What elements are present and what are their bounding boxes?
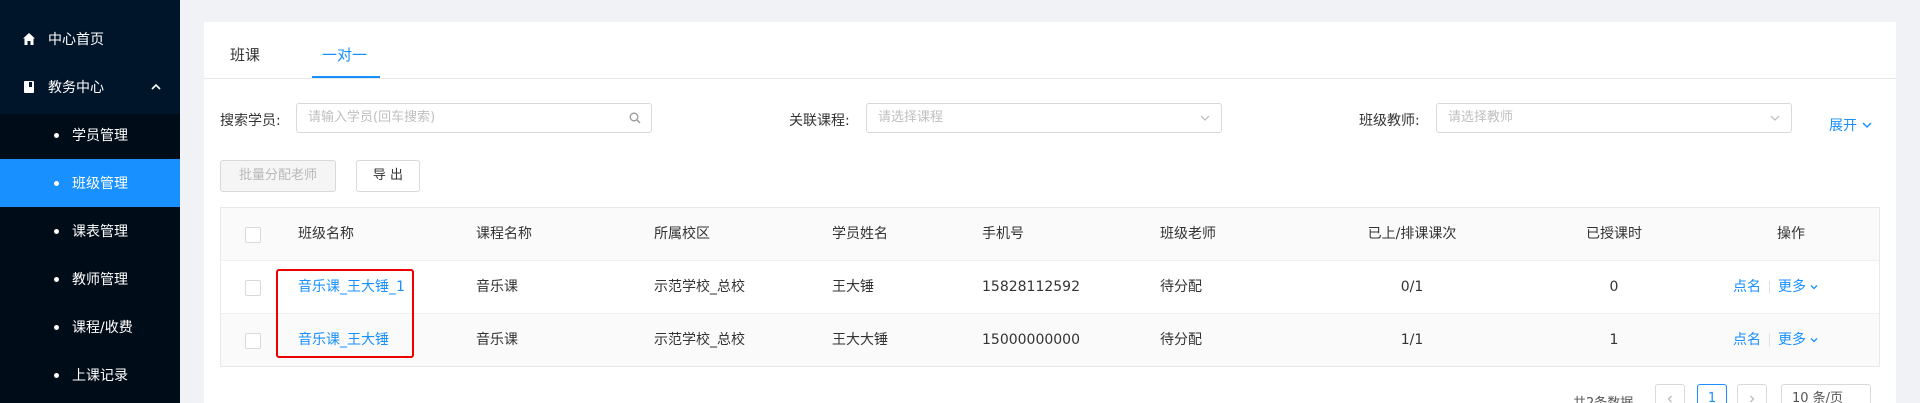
course-cell: 音乐课 xyxy=(476,332,518,348)
student-cell: 王大大锤 xyxy=(832,332,888,348)
row-actions: 点名 更多 xyxy=(1733,314,1819,366)
header-sessions: 已上/排课课次 xyxy=(1367,226,1457,242)
class-name-link[interactable]: 音乐课_王大锤_1 xyxy=(298,261,405,313)
sidebar-item-label: 中心首页 xyxy=(48,32,104,48)
sidebar-item-courses[interactable]: 课程/收费 xyxy=(0,303,180,351)
roll-call-link[interactable]: 点名 xyxy=(1733,314,1761,366)
phone-cell: 15000000000 xyxy=(982,332,1080,348)
course-label: 关联课程: xyxy=(789,113,850,129)
select-all-checkbox[interactable] xyxy=(245,227,261,243)
chevron-down-icon xyxy=(1810,338,1818,343)
sessions-cell: 1/1 xyxy=(1400,332,1424,348)
sessions-cell: 0/1 xyxy=(1400,279,1424,295)
row-checkbox[interactable] xyxy=(245,280,261,296)
bullet-icon xyxy=(54,277,59,282)
bullet-icon xyxy=(54,229,59,234)
course-placeholder: 请选择课程 xyxy=(878,110,944,125)
expand-filters-button[interactable]: 展开 xyxy=(1829,115,1873,135)
hours-cell: 1 xyxy=(1609,332,1619,348)
chevron-up-icon xyxy=(151,83,161,90)
next-page-button[interactable] xyxy=(1737,384,1767,403)
tab-one-on-one[interactable]: 一对一 xyxy=(322,44,367,65)
bullet-icon xyxy=(54,325,59,330)
class-name-link[interactable]: 音乐课_王大锤 xyxy=(298,314,389,366)
campus-cell: 示范学校_总校 xyxy=(654,279,745,295)
teacher-label: 班级教师: xyxy=(1359,113,1420,129)
sidebar-item-home[interactable]: 中心首页 xyxy=(0,15,180,63)
sidebar-item-label: 教师管理 xyxy=(72,272,128,288)
sidebar-item-label: 上课记录 xyxy=(72,368,128,384)
header-actions: 操作 xyxy=(1777,226,1805,242)
sidebar-item-edu-center[interactable]: 教务中心 xyxy=(0,63,180,111)
header-phone: 手机号 xyxy=(982,226,1024,242)
chevron-down-icon xyxy=(1770,115,1780,121)
sidebar-item-students[interactable]: 学员管理 xyxy=(0,111,180,159)
bullet-icon xyxy=(54,181,59,186)
student-cell: 王大锤 xyxy=(832,279,874,295)
campus-cell: 示范学校_总校 xyxy=(654,332,745,348)
export-button[interactable]: 导 出 xyxy=(356,160,420,192)
student-search-input[interactable]: 请输入学员(回车搜索) xyxy=(296,103,652,133)
chevron-right-icon xyxy=(1750,395,1755,403)
page-number-button[interactable]: 1 xyxy=(1697,384,1727,403)
expand-label: 展开 xyxy=(1829,118,1857,134)
sidebar-item-label: 课程/收费 xyxy=(72,320,133,336)
chevron-down-icon xyxy=(1810,285,1818,290)
tab-bar: 班课 一对一 xyxy=(204,22,1896,79)
sidebar-item-label: 课表管理 xyxy=(72,224,128,240)
student-search-label: 搜索学员: xyxy=(220,113,281,129)
prev-page-button[interactable] xyxy=(1655,384,1685,403)
home-icon xyxy=(23,33,35,45)
header-class-name: 班级名称 xyxy=(298,226,354,242)
sidebar-item-label: 教务中心 xyxy=(48,80,104,96)
total-count: 共2条数据 xyxy=(1573,392,1633,403)
divider xyxy=(1769,281,1770,293)
table-header: 班级名称 课程名称 所属校区 学员姓名 手机号 班级老师 已上/排课课次 已授课… xyxy=(221,208,1879,260)
header-campus: 所属校区 xyxy=(654,226,710,242)
teacher-placeholder: 请选择教师 xyxy=(1448,110,1514,125)
sidebar-item-label: 学员管理 xyxy=(72,128,128,144)
sidebar-item-records[interactable]: 上课记录 xyxy=(0,351,180,399)
course-cell: 音乐课 xyxy=(476,279,518,295)
search-icon[interactable] xyxy=(629,112,641,124)
header-hours: 已授课时 xyxy=(1586,226,1642,242)
sidebar-item-classes[interactable]: 班级管理 xyxy=(0,159,180,207)
teacher-select[interactable]: 请选择教师 xyxy=(1436,103,1792,133)
tab-group-class[interactable]: 班课 xyxy=(230,44,260,65)
roll-call-link[interactable]: 点名 xyxy=(1733,261,1761,313)
row-checkbox[interactable] xyxy=(245,333,261,349)
header-course: 课程名称 xyxy=(476,226,532,242)
book-icon xyxy=(24,81,34,93)
sidebar-item-schedule[interactable]: 课表管理 xyxy=(0,207,180,255)
bullet-icon xyxy=(54,133,59,138)
class-table: 班级名称 课程名称 所属校区 学员姓名 手机号 班级老师 已上/排课课次 已授课… xyxy=(220,207,1880,367)
page-size-select[interactable]: 10 条/页 xyxy=(1781,384,1871,403)
main-card: 班课 一对一 搜索学员: 请输入学员(回车搜索) 关联课程: 请选择课程 班级教… xyxy=(204,22,1896,403)
sidebar-item-label: 班级管理 xyxy=(72,176,128,192)
teacher-cell: 待分配 xyxy=(1160,332,1202,348)
page-size-label: 10 条/页 xyxy=(1792,391,1844,403)
more-dropdown[interactable]: 更多 xyxy=(1778,314,1806,366)
header-student: 学员姓名 xyxy=(832,226,888,242)
more-dropdown[interactable]: 更多 xyxy=(1778,261,1806,313)
chevron-left-icon xyxy=(1667,395,1672,403)
chevron-down-icon xyxy=(1200,115,1210,121)
active-tab-indicator xyxy=(312,76,380,78)
chevron-down-icon xyxy=(1862,122,1872,128)
phone-cell: 15828112592 xyxy=(982,279,1080,295)
student-search-placeholder: 请输入学员(回车搜索) xyxy=(308,110,436,125)
bullet-icon xyxy=(54,373,59,378)
table-row: 音乐课_王大锤 音乐课 示范学校_总校 王大大锤 15000000000 待分配… xyxy=(221,313,1879,366)
course-select[interactable]: 请选择课程 xyxy=(866,103,1222,133)
table-row: 音乐课_王大锤_1 音乐课 示范学校_总校 王大锤 15828112592 待分… xyxy=(221,260,1879,313)
header-teacher: 班级老师 xyxy=(1160,226,1216,242)
teacher-cell: 待分配 xyxy=(1160,279,1202,295)
batch-assign-teacher-button[interactable]: 批量分配老师 xyxy=(220,160,336,192)
hours-cell: 0 xyxy=(1609,279,1619,295)
row-actions: 点名 更多 xyxy=(1733,261,1819,313)
sidebar: 中心首页 教务中心 学员管理 班级管理 课表管理 教师管理 课程/收费 上课记录 xyxy=(0,0,180,403)
sidebar-item-teachers[interactable]: 教师管理 xyxy=(0,255,180,303)
divider xyxy=(1769,334,1770,346)
